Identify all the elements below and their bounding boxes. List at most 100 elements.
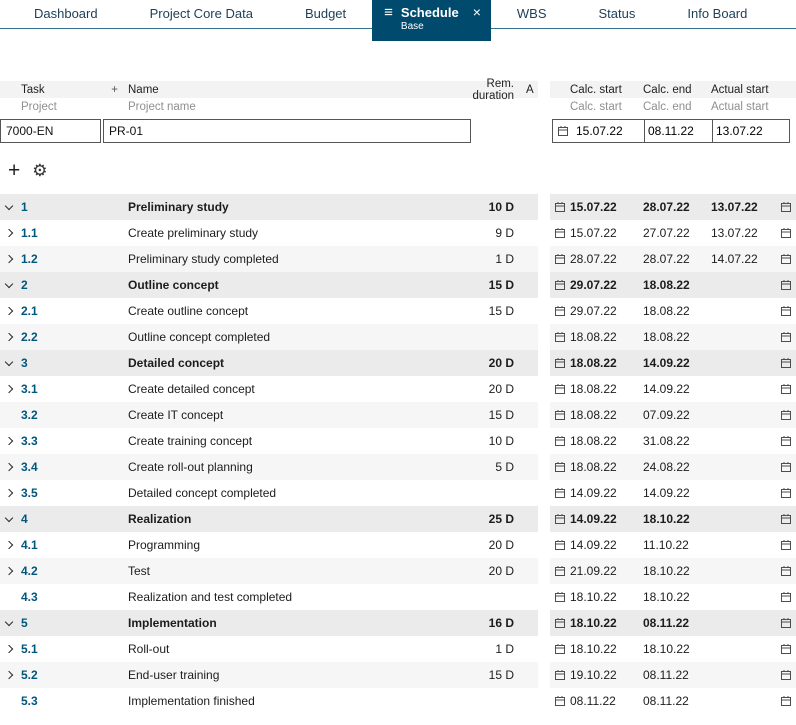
calendar-icon[interactable]: [550, 591, 570, 603]
task-row[interactable]: 2.1 Create outline concept 15 D 29.07.22…: [0, 298, 796, 324]
hamburger-icon[interactable]: ≡: [384, 5, 393, 21]
expand-chevron-icon[interactable]: [4, 488, 14, 498]
expand-chevron-icon[interactable]: [4, 617, 14, 627]
calendar-icon[interactable]: [776, 201, 796, 213]
calendar-icon[interactable]: [550, 669, 570, 681]
calendar-icon[interactable]: [550, 253, 570, 265]
project-calc-start[interactable]: 15.07.22: [573, 120, 645, 142]
project-actual-start[interactable]: 13.07.22: [713, 120, 789, 142]
calendar-icon[interactable]: [776, 513, 796, 525]
calendar-icon[interactable]: [550, 227, 570, 239]
expand-chevron-icon[interactable]: [4, 566, 14, 576]
calendar-icon[interactable]: [550, 409, 570, 421]
calendar-icon[interactable]: [776, 279, 796, 291]
calendar-icon[interactable]: [550, 617, 570, 629]
task-row[interactable]: 5.3 Implementation finished 08.11.22 08.…: [0, 688, 796, 714]
calendar-icon[interactable]: [550, 435, 570, 447]
expand-chevron-icon[interactable]: [4, 228, 14, 238]
task-row[interactable]: 5.1 Roll-out 1 D 18.10.22 18.10.22: [0, 636, 796, 662]
task-row[interactable]: 3.1 Create detailed concept 20 D 18.08.2…: [0, 376, 796, 402]
task-row[interactable]: 3 Detailed concept 20 D 18.08.22 14.09.2…: [0, 350, 796, 376]
tab-dashboard[interactable]: Dashboard: [8, 0, 124, 28]
calendar-icon[interactable]: [776, 695, 796, 707]
project-calc-end[interactable]: 08.11.22: [645, 120, 713, 142]
task-row[interactable]: 3.4 Create roll-out planning 5 D 18.08.2…: [0, 454, 796, 480]
calendar-icon[interactable]: [776, 591, 796, 603]
settings-gear-icon[interactable]: ⚙: [32, 161, 47, 181]
task-row[interactable]: 3.5 Detailed concept completed 14.09.22 …: [0, 480, 796, 506]
calendar-icon[interactable]: [550, 357, 570, 369]
task-row[interactable]: 1.2 Preliminary study completed 1 D 28.0…: [0, 246, 796, 272]
calendar-icon[interactable]: [550, 565, 570, 577]
calendar-icon[interactable]: [776, 617, 796, 629]
task-row[interactable]: 5 Implementation 16 D 18.10.22 08.11.22: [0, 610, 796, 636]
expand-chevron-icon[interactable]: [4, 332, 14, 342]
tab-status[interactable]: Status: [573, 0, 662, 28]
task-row[interactable]: 4.3 Realization and test completed 18.10…: [0, 584, 796, 610]
calendar-icon[interactable]: [776, 643, 796, 655]
column-header-calc-end[interactable]: Calc. end: [643, 84, 711, 96]
tab-schedule[interactable]: ≡ Schedule Base ×: [372, 0, 491, 41]
expand-chevron-icon[interactable]: [4, 384, 14, 394]
task-row[interactable]: 1 Preliminary study 10 D 15.07.22 28.07.…: [0, 194, 796, 220]
column-header-name[interactable]: Name: [124, 84, 454, 96]
project-id-input[interactable]: [0, 119, 101, 143]
calendar-icon[interactable]: [553, 125, 573, 137]
calendar-icon[interactable]: [776, 253, 796, 265]
calendar-icon[interactable]: [776, 669, 796, 681]
calendar-icon[interactable]: [550, 201, 570, 213]
column-header-a[interactable]: A: [526, 84, 538, 96]
expand-chevron-icon[interactable]: [4, 306, 14, 316]
add-task-icon[interactable]: +: [8, 160, 20, 181]
calendar-icon[interactable]: [776, 409, 796, 421]
task-row[interactable]: 2 Outline concept 15 D 29.07.22 18.08.22: [0, 272, 796, 298]
task-row[interactable]: 2.2 Outline concept completed 18.08.22 1…: [0, 324, 796, 350]
task-row[interactable]: 3.2 Create IT concept 15 D 18.08.22 07.0…: [0, 402, 796, 428]
calendar-icon[interactable]: [776, 227, 796, 239]
calendar-icon[interactable]: [776, 487, 796, 499]
calendar-icon[interactable]: [550, 643, 570, 655]
expand-chevron-icon[interactable]: [4, 254, 14, 264]
calendar-icon[interactable]: [550, 461, 570, 473]
tab-project-core-data[interactable]: Project Core Data: [124, 0, 279, 28]
column-header-task[interactable]: Task: [21, 84, 45, 96]
calendar-icon[interactable]: [776, 539, 796, 551]
task-row[interactable]: 4 Realization 25 D 14.09.22 18.10.22: [0, 506, 796, 532]
expand-chevron-icon[interactable]: [4, 670, 14, 680]
calendar-icon[interactable]: [776, 565, 796, 577]
task-row[interactable]: 4.2 Test 20 D 21.09.22 18.10.22: [0, 558, 796, 584]
add-column-icon[interactable]: +: [111, 84, 118, 96]
task-row[interactable]: 4.1 Programming 20 D 14.09.22 11.10.22: [0, 532, 796, 558]
close-tab-icon[interactable]: ×: [473, 5, 481, 20]
calendar-icon[interactable]: [550, 487, 570, 499]
task-row[interactable]: 1.1 Create preliminary study 9 D 15.07.2…: [0, 220, 796, 246]
calendar-icon[interactable]: [776, 435, 796, 447]
expand-chevron-icon[interactable]: [4, 513, 14, 523]
column-header-actual-start[interactable]: Actual start: [711, 84, 776, 96]
expand-chevron-icon[interactable]: [4, 462, 14, 472]
calendar-icon[interactable]: [776, 357, 796, 369]
expand-chevron-icon[interactable]: [4, 436, 14, 446]
task-row[interactable]: 5.2 End-user training 15 D 19.10.22 08.1…: [0, 662, 796, 688]
expand-chevron-icon[interactable]: [4, 279, 14, 289]
expand-chevron-icon[interactable]: [4, 357, 14, 367]
calendar-icon[interactable]: [550, 513, 570, 525]
calendar-icon[interactable]: [550, 539, 570, 551]
calendar-icon[interactable]: [776, 331, 796, 343]
calendar-icon[interactable]: [550, 695, 570, 707]
tab-wbs[interactable]: WBS: [491, 0, 573, 28]
expand-chevron-icon[interactable]: [4, 644, 14, 654]
calendar-icon[interactable]: [776, 461, 796, 473]
task-row[interactable]: 3.3 Create training concept 10 D 18.08.2…: [0, 428, 796, 454]
column-header-calc-start[interactable]: Calc. start: [570, 84, 643, 96]
calendar-icon[interactable]: [550, 279, 570, 291]
expand-chevron-icon[interactable]: [4, 540, 14, 550]
calendar-icon[interactable]: [550, 305, 570, 317]
calendar-icon[interactable]: [776, 305, 796, 317]
tab-budget[interactable]: Budget: [279, 0, 372, 28]
tab-info-board[interactable]: Info Board: [661, 0, 773, 28]
calendar-icon[interactable]: [776, 383, 796, 395]
expand-chevron-icon[interactable]: [4, 201, 14, 211]
project-name-input[interactable]: [103, 119, 471, 143]
calendar-icon[interactable]: [550, 331, 570, 343]
